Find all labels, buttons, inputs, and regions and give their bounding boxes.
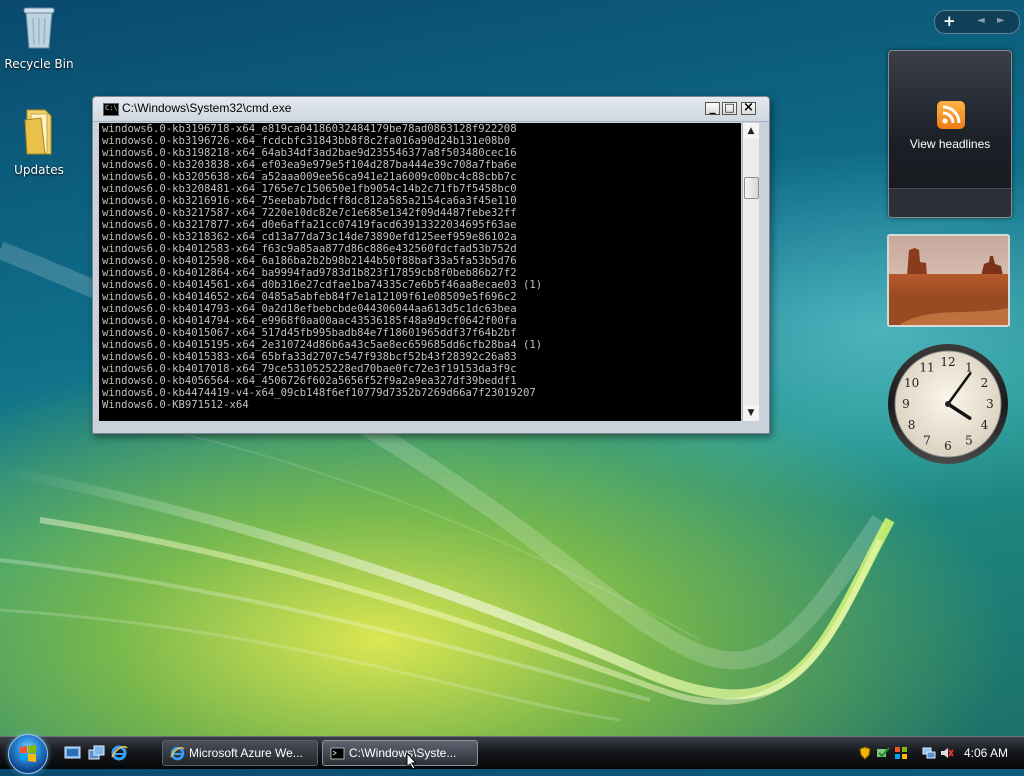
show-desktop-icon[interactable]	[64, 745, 81, 761]
console-line: windows6.0-kb3216916-x64_75eebab7bdcff8d…	[102, 195, 517, 207]
clock-numeral: 10	[904, 376, 919, 390]
desktop-icon-updates[interactable]: Updates	[1, 106, 77, 177]
minimize-icon: _	[709, 100, 716, 114]
internet-explorer-icon[interactable]	[111, 745, 128, 761]
clock-numeral: 11	[919, 361, 934, 375]
internet-explorer-icon	[170, 746, 185, 761]
console-line: windows6.0-kb4012864-x64_ba9994fad9783d1…	[102, 267, 517, 279]
console-line: windows6.0-kb3198218-x64_64ab34df3ad2bae…	[102, 147, 517, 159]
console-line: windows6.0-kb4014652-x64_0485a5abfeb84f7…	[102, 291, 517, 303]
console-line: windows6.0-kb4474419-v4-x64_09cb148f6ef1…	[102, 387, 536, 399]
console-line: windows6.0-kb4014561-x64_d0b316e27cdfae1…	[102, 279, 543, 291]
console-line: windows6.0-kb3196718-x64_e819ca041860324…	[102, 123, 517, 135]
console-line: windows6.0-kb4012598-x64_6a186ba2b2b98b2…	[102, 255, 517, 267]
maximize-button[interactable]: □	[722, 101, 737, 115]
switch-windows-icon[interactable]	[88, 745, 105, 761]
clock-numeral: 3	[986, 397, 994, 411]
console-line: windows6.0-kb4017018-x64_79ce5310525228e…	[102, 363, 517, 375]
clock-numeral: 2	[981, 376, 989, 390]
clock-numeral: 7	[923, 433, 931, 447]
gadget-footer	[889, 188, 1011, 217]
desktop-icon-recycle-bin[interactable]: Recycle Bin	[1, 4, 77, 71]
clock-numeral: 12	[940, 355, 955, 369]
folder-icon	[24, 109, 52, 155]
sidebar-controls: + ◄ ►	[934, 10, 1020, 34]
clock-center	[945, 401, 951, 407]
console-line: windows6.0-kb4015383-x64_65bfa33d2707c54…	[102, 351, 517, 363]
analog-clock: 12 12 3 45678 9 1011	[888, 344, 1008, 464]
recycle-bin-icon	[23, 7, 55, 49]
landscape-photo	[889, 236, 1008, 325]
close-icon: ×	[743, 100, 754, 115]
console-line: windows6.0-kb3203838-x64_ef03ea9e979e5f1…	[102, 159, 517, 171]
clock-numeral: 4	[981, 418, 989, 432]
taskbar-button-azure[interactable]: Microsoft Azure We...	[162, 740, 318, 766]
taskbar-button-label: C:\Windows\Syste...	[349, 746, 457, 760]
console-line: Windows6.0-KB971512-x64	[102, 399, 249, 411]
rss-icon	[937, 101, 965, 129]
console-line: windows6.0-kb3196726-x64_fcdcbfc31843bb8…	[102, 135, 511, 147]
clock-numeral: 1	[965, 361, 973, 375]
console-line: windows6.0-kb4056564-x64_4506726f602a565…	[102, 375, 517, 387]
system-tray: 4:06 AM	[856, 740, 1020, 766]
view-headlines-label[interactable]: View headlines	[889, 137, 1011, 151]
network-icon[interactable]	[922, 746, 936, 760]
security-shield-icon[interactable]	[858, 746, 872, 760]
scrollbar-thumb[interactable]	[744, 177, 759, 199]
network-check-icon[interactable]	[876, 746, 890, 760]
clock-gadget[interactable]: 12 1 2 3 4 5 6 7 8 9 10 11	[886, 342, 1010, 466]
console-line: windows6.0-kb4015195-x64_2e310724d86b6a4…	[102, 339, 543, 351]
mouse-cursor-icon	[406, 752, 418, 770]
console-line: windows6.0-kb3208481-x64_1765e7c150650e1…	[102, 183, 517, 195]
console-line: windows6.0-kb3217587-x64_7220e10dc82e7c1…	[102, 207, 517, 219]
desktop-icon-label: Updates	[14, 163, 64, 177]
console-line: windows6.0-kb4015067-x64_517d45fb995badb…	[102, 327, 517, 339]
console-lines: windows6.0-kb3196718-x64_e819ca041860324…	[99, 123, 741, 411]
windows-update-icon[interactable]	[894, 746, 908, 760]
window-title: C:\Windows\System32\cmd.exe	[122, 101, 292, 115]
taskbar-clock[interactable]: 4:06 AM	[964, 746, 1008, 760]
clock-numeral: 6	[944, 439, 952, 453]
maximize-icon: □	[724, 101, 735, 114]
slideshow-gadget[interactable]	[887, 234, 1010, 327]
console-line: windows6.0-kb4014794-x64_e9968f0aa00aac4…	[102, 315, 517, 327]
prev-gadget-icon[interactable]: ◄	[977, 15, 985, 26]
cmd-icon	[330, 747, 345, 760]
taskbar-button-cmd[interactable]: C:\Windows\Syste...	[322, 740, 478, 766]
desktop-icon-label: Recycle Bin	[4, 57, 74, 71]
scroll-up-arrow-icon[interactable]: ▲	[743, 123, 759, 139]
taskbar: Microsoft Azure We... C:\Windows\Syste..…	[0, 734, 1024, 774]
vertical-scrollbar[interactable]: ▲ ▼	[742, 123, 759, 421]
scroll-down-arrow-icon[interactable]: ▼	[743, 405, 759, 421]
cmd-icon-text: C:\	[105, 104, 118, 112]
volume-muted-icon[interactable]	[940, 746, 954, 760]
clock-numeral: 9	[902, 397, 910, 411]
console-line: windows6.0-kb4014793-x64_0a2d18efbebcbde…	[102, 303, 517, 315]
console-output[interactable]: windows6.0-kb3196718-x64_e819ca041860324…	[99, 123, 741, 421]
add-gadget-icon[interactable]: +	[943, 12, 956, 30]
cmd-titlebar[interactable]: C:\ C:\Windows\System32\cmd.exe _ □ ×	[93, 97, 769, 122]
feed-headlines-gadget[interactable]: View headlines	[888, 50, 1012, 218]
cmd-window[interactable]: C:\ C:\Windows\System32\cmd.exe _ □ × wi…	[92, 96, 770, 434]
console-line: windows6.0-kb3205638-x64_a52aaa009ee56ca…	[102, 171, 517, 183]
minimize-button[interactable]: _	[705, 100, 720, 115]
taskbar-button-label: Microsoft Azure We...	[189, 746, 303, 760]
console-line: windows6.0-kb4012583-x64_f63c9a85aa877d8…	[102, 243, 517, 255]
windows-logo-icon	[20, 745, 36, 762]
console-line: windows6.0-kb3218362-x64_cd13a77da73c14d…	[102, 231, 517, 243]
start-button[interactable]	[8, 734, 48, 774]
console-line: windows6.0-kb3217877-x64_d0e6affa21cc074…	[102, 219, 517, 231]
clock-numeral: 8	[908, 418, 916, 432]
cmd-icon: C:\	[103, 103, 119, 116]
clock-numeral: 5	[965, 433, 973, 447]
next-gadget-icon[interactable]: ►	[997, 15, 1005, 26]
close-button[interactable]: ×	[741, 100, 756, 115]
